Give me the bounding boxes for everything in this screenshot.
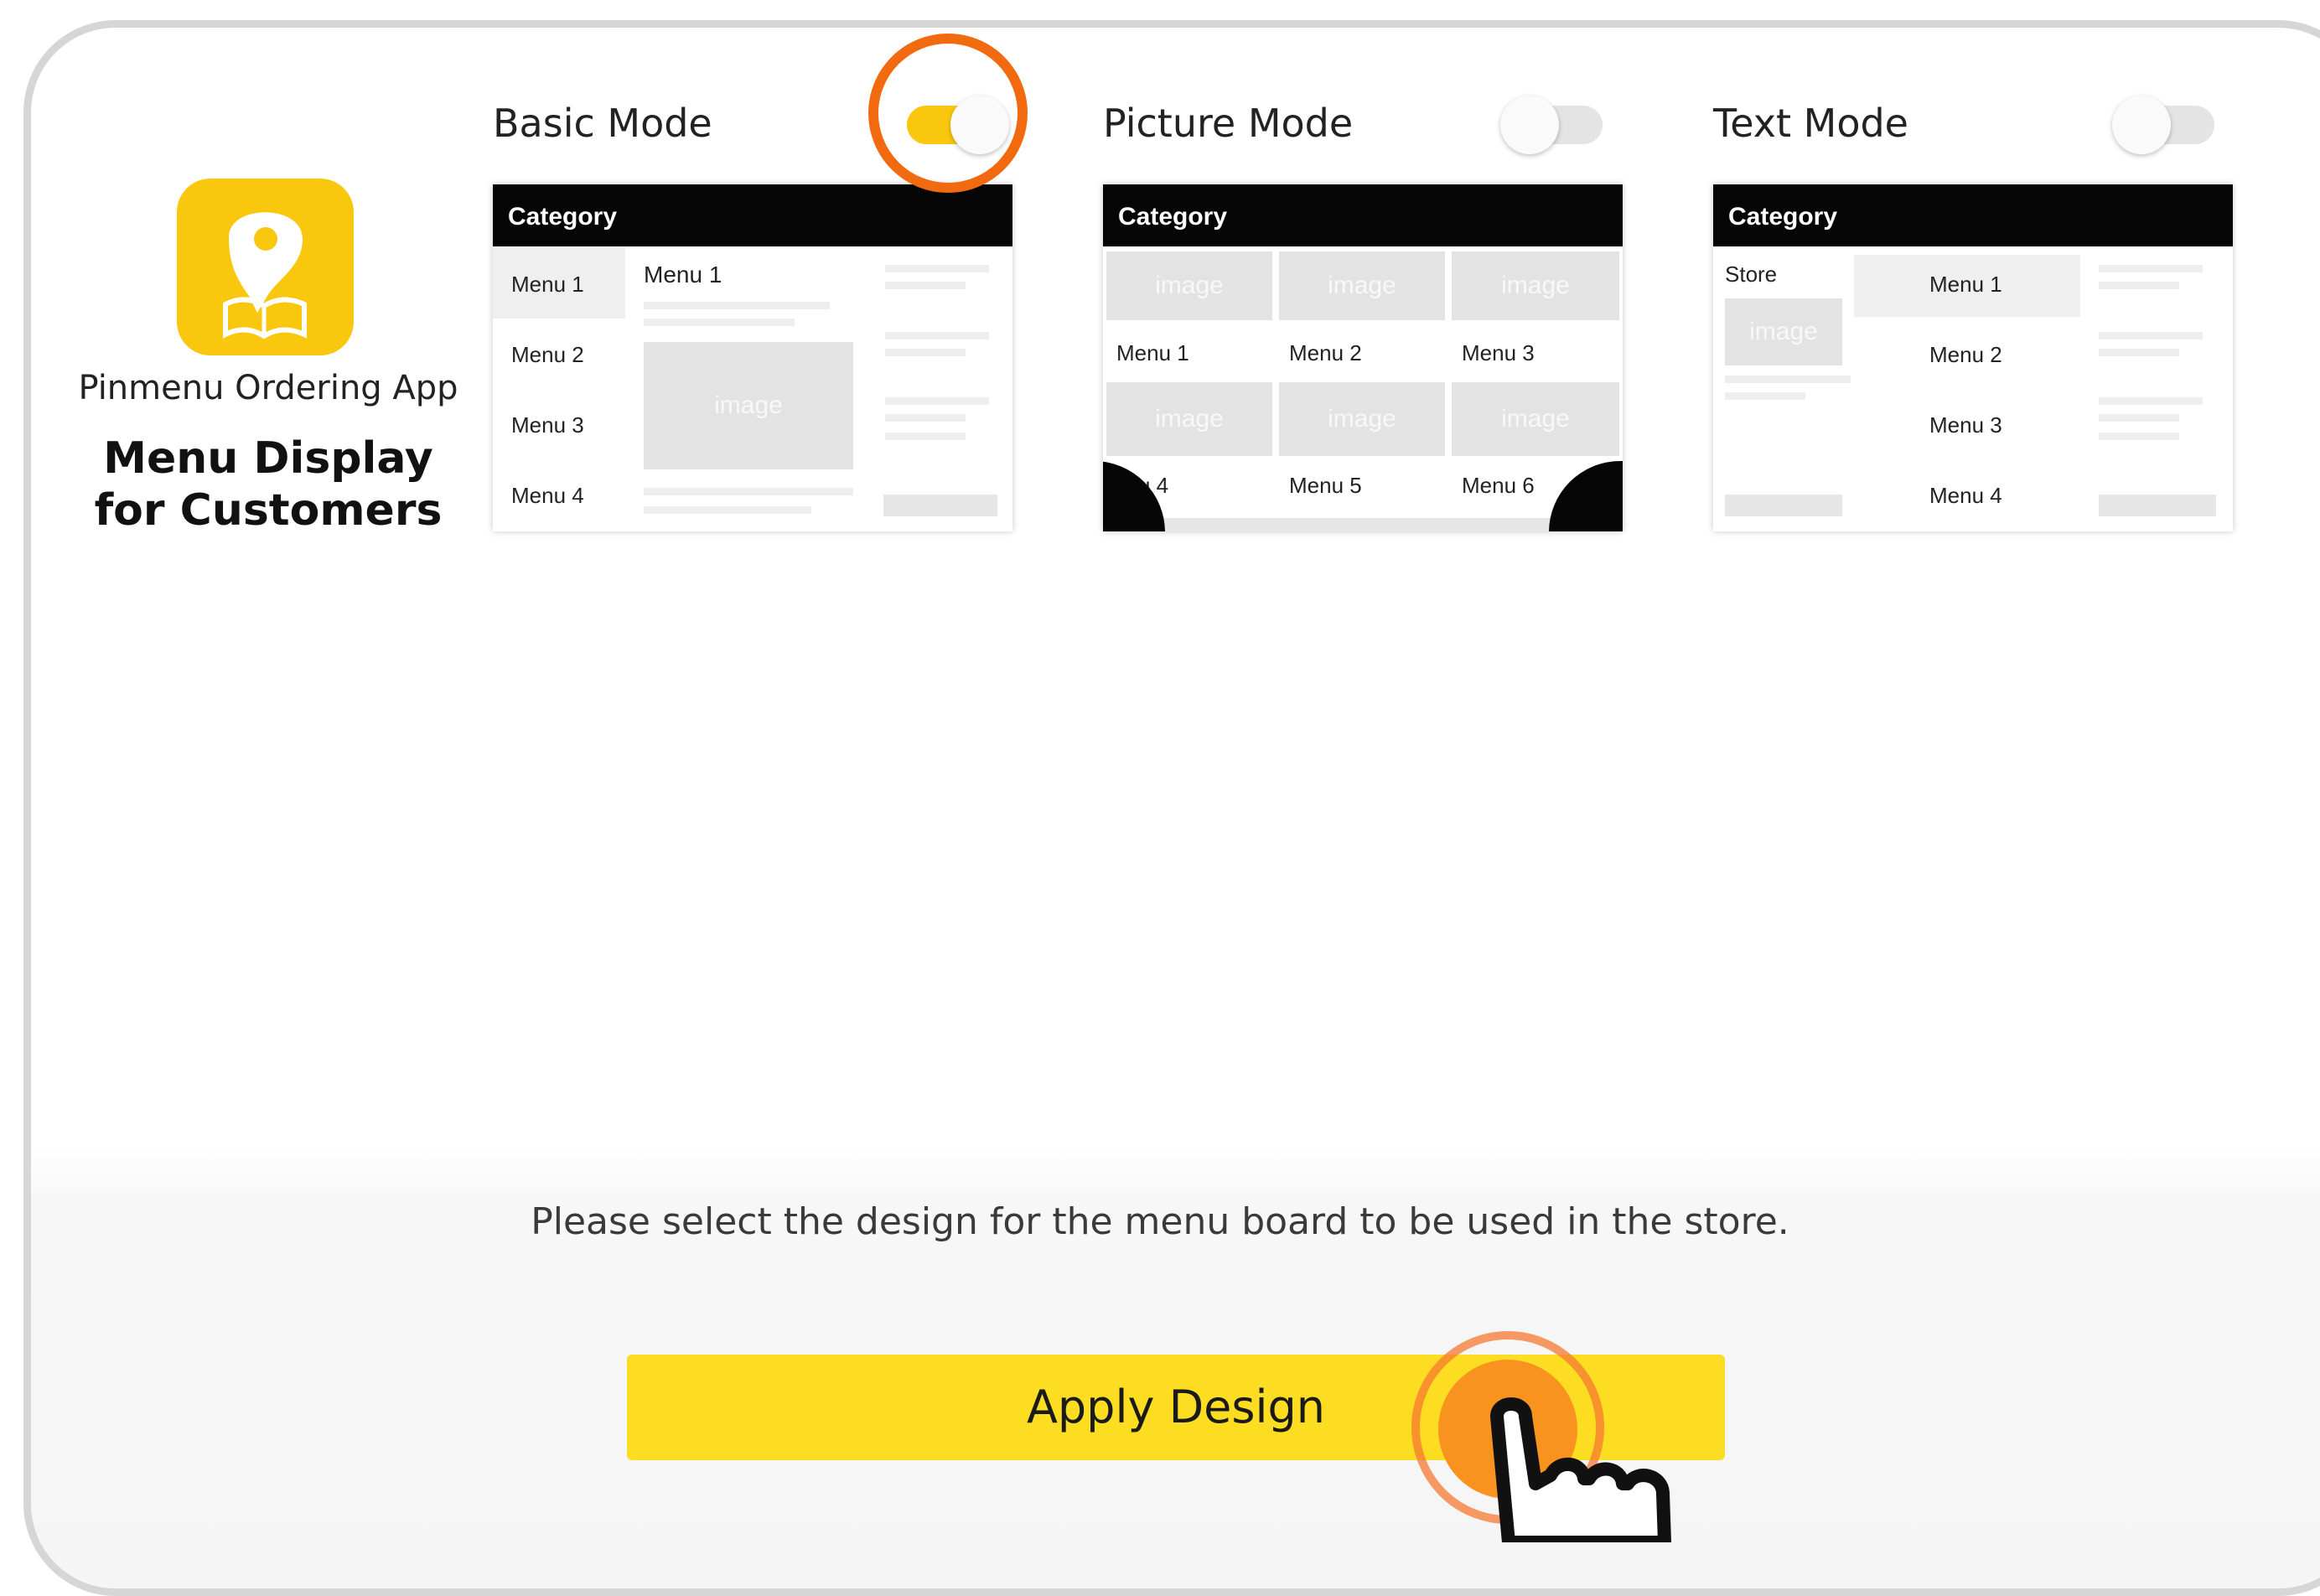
preview-image-placeholder: image [1279, 382, 1445, 456]
page-title: Menu Display for Customers [50, 433, 486, 536]
text-mode-preview[interactable]: Category Store image Menu 1 Menu 2 Menu … [1713, 184, 2233, 531]
preview-menu-item: Menu 1 [1116, 340, 1189, 365]
preview-category-header: Category [1713, 184, 2233, 246]
instruction-text: Please select the design for the menu bo… [531, 1200, 1789, 1243]
placeholder-line [2099, 332, 2203, 339]
corner-shape [1549, 461, 1623, 531]
placeholder-line [885, 282, 966, 289]
preview-store-label: Store [1725, 262, 1778, 287]
placeholder-line [2099, 282, 2179, 289]
placeholder-line [644, 488, 853, 495]
toggle-knob [1500, 96, 1559, 154]
picture-mode-preview[interactable]: Category image image image Menu 1 Menu 2… [1103, 184, 1623, 531]
placeholder-line [644, 506, 811, 514]
placeholder-button [883, 495, 997, 516]
placeholder-line [885, 265, 989, 272]
preview-menu-item: Menu 5 [1289, 473, 1362, 498]
preview-image-placeholder: image [1452, 251, 1619, 320]
text-mode-option: Text Mode Category Store image Menu 1 Me… [1713, 84, 2233, 536]
placeholder-row [1106, 518, 1619, 531]
preview-image-placeholder: image [644, 342, 853, 469]
placeholder-line [1725, 376, 1851, 383]
preview-image-placeholder: image [1106, 251, 1272, 320]
preview-category-header: Category [493, 184, 1012, 246]
basic-mode-preview[interactable]: Category Menu 1 Menu 2 Menu 3 Menu 4 Men… [493, 184, 1012, 531]
placeholder-line [644, 302, 830, 309]
placeholder-button [1725, 495, 1842, 516]
placeholder-line [644, 319, 795, 326]
page-title-line1: Menu Display [103, 433, 433, 484]
pinmenu-logo-icon [177, 179, 354, 355]
placeholder-line [2099, 414, 2179, 422]
page-title-line2: for Customers [94, 485, 443, 536]
preview-menu-item: Menu 1 [1929, 272, 2002, 297]
picture-mode-toggle[interactable] [1500, 96, 1611, 154]
pointing-hand-icon [1490, 1397, 1671, 1542]
picture-mode-option: Picture Mode Category image image image … [1103, 84, 1623, 536]
preview-menu-item: Menu 6 [1462, 473, 1535, 498]
text-mode-toggle[interactable] [2112, 96, 2223, 154]
toggle-knob [2112, 96, 2171, 154]
corner-shape [1103, 461, 1165, 531]
placeholder-line [885, 397, 989, 405]
placeholder-line [2099, 349, 2179, 356]
placeholder-line [1725, 392, 1805, 400]
selection-highlight-ring [868, 34, 1028, 193]
picture-mode-label: Picture Mode [1103, 101, 1354, 146]
placeholder-line [885, 349, 966, 356]
preview-menu-item: Menu 4 [1929, 483, 2002, 508]
preview-menu-item: Menu 2 [1929, 342, 2002, 367]
preview-menu-item: Menu 1 [511, 272, 584, 297]
preview-category-header: Category [1103, 184, 1623, 246]
preview-menu-item: Menu 3 [511, 412, 584, 438]
preview-image-placeholder: image [1452, 382, 1619, 456]
placeholder-line [885, 332, 989, 339]
preview-image-placeholder: image [1725, 298, 1842, 365]
basic-mode-label: Basic Mode [493, 101, 712, 146]
preview-menu-item: Menu 2 [1289, 340, 1362, 365]
placeholder-line [2099, 265, 2203, 272]
preview-detail-title: Menu 1 [644, 262, 722, 288]
text-mode-label: Text Mode [1713, 101, 1908, 146]
placeholder-line [2099, 397, 2203, 405]
placeholder-button [2099, 495, 2216, 516]
preview-menu-item: Menu 2 [511, 342, 584, 367]
preview-image-placeholder: image [1106, 382, 1272, 456]
preview-menu-item: Menu 3 [1462, 340, 1535, 365]
placeholder-line [885, 433, 966, 440]
app-name: Pinmenu Ordering App [78, 369, 458, 407]
placeholder-line [885, 414, 966, 422]
preview-menu-item: Menu 4 [511, 483, 584, 508]
preview-menu-item: Menu 3 [1929, 412, 2002, 438]
placeholder-line [2099, 433, 2179, 440]
preview-image-placeholder: image [1279, 251, 1445, 320]
